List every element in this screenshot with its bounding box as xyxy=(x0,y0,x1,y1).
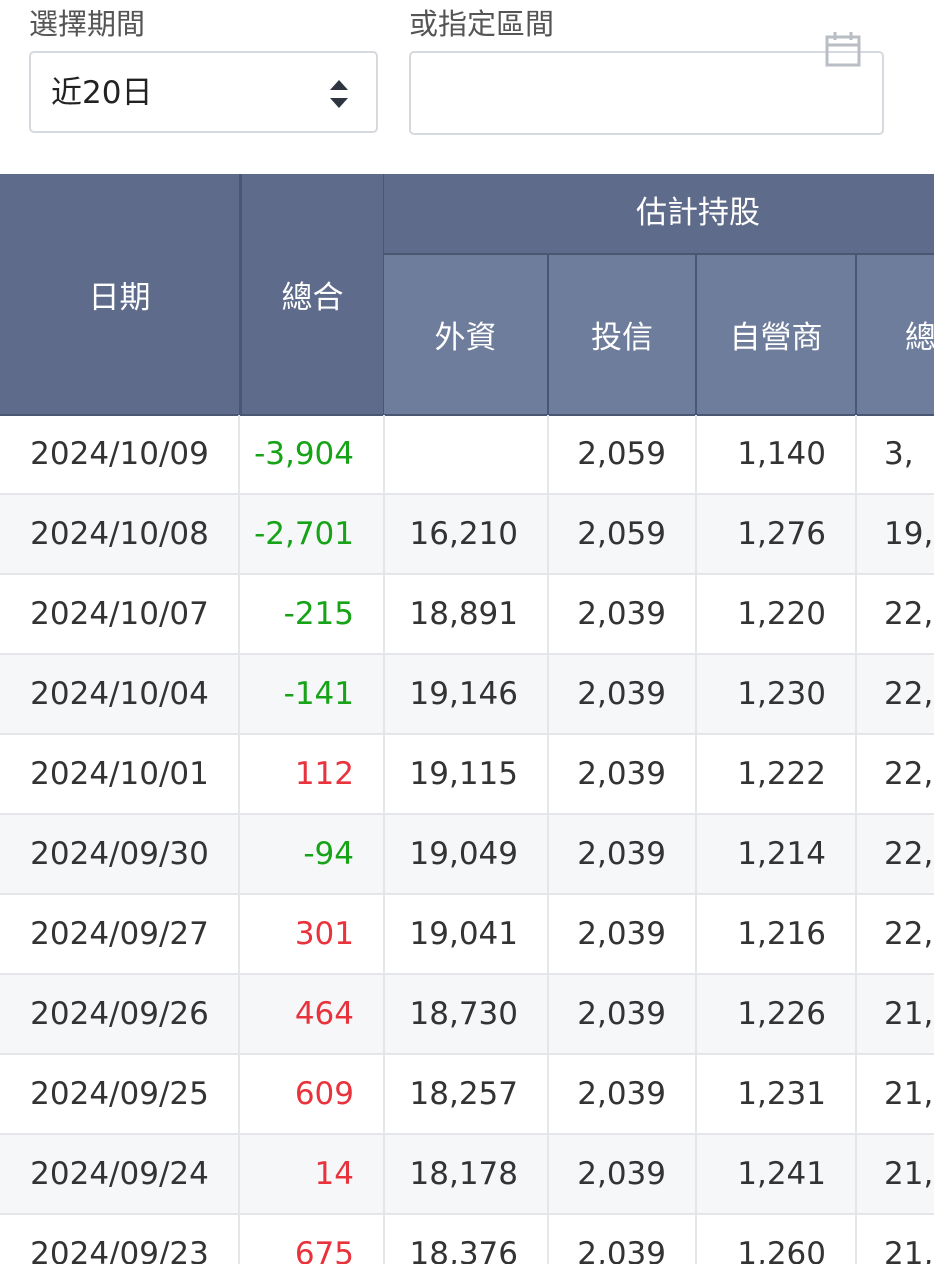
header-group-label: 估計持股 xyxy=(636,195,760,231)
cell-date: 2024/09/25 xyxy=(30,1076,209,1112)
cell-foreign: 19,115 xyxy=(409,756,518,792)
cell-foreign: 19,041 xyxy=(409,916,518,952)
table-row[interactable]: 2024/10/04 -141 19,146 2,039 1,230 22, xyxy=(0,655,934,735)
cell-trust: 2,039 xyxy=(577,756,666,792)
cell-date: 2024/10/01 xyxy=(30,756,209,792)
column-divider xyxy=(855,415,857,1264)
cell-date: 2024/10/04 xyxy=(30,676,209,712)
cell-total: 112 xyxy=(294,756,354,792)
cell-foreign: 18,376 xyxy=(409,1236,518,1264)
cell-dealer: 1,231 xyxy=(737,1076,826,1112)
column-divider xyxy=(695,415,697,1264)
cell-dealer: 1,230 xyxy=(737,676,826,712)
period-select-value: 近20日 xyxy=(51,75,153,111)
table-row[interactable]: 2024/10/09 -3,904 2,059 1,140 3, xyxy=(0,415,934,495)
cell-foreign: 19,049 xyxy=(409,836,518,872)
cell-sum: 22, xyxy=(884,916,934,952)
cell-total: -3,904 xyxy=(254,436,354,472)
filter-bar: 選擇期間 或指定區間 近20日 xyxy=(0,0,934,174)
cell-total: 301 xyxy=(294,916,354,952)
table-row[interactable]: 2024/09/30 -94 19,049 2,039 1,214 22, xyxy=(0,815,934,895)
cell-dealer: 1,214 xyxy=(737,836,826,872)
cell-date: 2024/10/07 xyxy=(30,596,209,632)
cell-dealer: 1,140 xyxy=(737,436,826,472)
cell-dealer: 1,226 xyxy=(737,996,826,1032)
period-label: 選擇期間 xyxy=(29,7,146,41)
table-row[interactable]: 2024/09/24 14 18,178 2,039 1,241 21, xyxy=(0,1135,934,1215)
cell-foreign xyxy=(384,415,548,493)
cell-date: 2024/09/24 xyxy=(30,1156,209,1192)
cell-trust: 2,039 xyxy=(577,1076,666,1112)
cell-date: 2024/10/08 xyxy=(30,516,209,552)
cell-total: 14 xyxy=(314,1156,354,1192)
cell-sum: 21, xyxy=(884,1236,934,1264)
cell-dealer: 1,276 xyxy=(737,516,826,552)
header-estimated-holdings: 估計持股 xyxy=(384,174,934,253)
header-foreign[interactable]: 外資 xyxy=(384,255,547,414)
header-date[interactable]: 日期 xyxy=(0,174,239,414)
table-row[interactable]: 2024/10/07 -215 18,891 2,039 1,220 22, xyxy=(0,575,934,655)
cell-dealer: 1,241 xyxy=(737,1156,826,1192)
cell-trust: 2,039 xyxy=(577,996,666,1032)
cell-trust: 2,039 xyxy=(577,676,666,712)
cell-sum: 21, xyxy=(884,996,934,1032)
cell-foreign: 18,257 xyxy=(409,1076,518,1112)
column-divider xyxy=(238,415,240,1264)
cell-dealer: 1,220 xyxy=(737,596,826,632)
column-divider xyxy=(383,415,385,1264)
cell-trust: 2,039 xyxy=(577,596,666,632)
select-arrows-icon xyxy=(330,80,348,108)
cell-sum: 22, xyxy=(884,676,934,712)
cell-date: 2024/09/27 xyxy=(30,916,209,952)
cell-foreign: 16,210 xyxy=(409,516,518,552)
cell-sum: 21, xyxy=(884,1076,934,1112)
cell-total: 609 xyxy=(294,1076,354,1112)
cell-sum: 21, xyxy=(884,1156,934,1192)
cell-total: -141 xyxy=(283,676,354,712)
period-select[interactable]: 近20日 xyxy=(29,51,378,133)
cell-trust: 2,059 xyxy=(577,436,666,472)
range-label: 或指定區間 xyxy=(409,7,555,41)
holdings-table: 日期 總合 估計持股 外資 投信 自營商 總 2024/10/09 -3,904 2… xyxy=(0,174,934,1264)
cell-trust: 2,039 xyxy=(577,916,666,952)
cell-total: -2,701 xyxy=(254,516,354,552)
cell-date: 2024/09/23 xyxy=(30,1236,209,1264)
cell-date: 2024/09/26 xyxy=(30,996,209,1032)
cell-foreign: 18,730 xyxy=(409,996,518,1032)
header-sum[interactable]: 總 xyxy=(857,255,934,414)
cell-total: -94 xyxy=(303,836,354,872)
table-row[interactable]: 2024/09/27 301 19,041 2,039 1,216 22, xyxy=(0,895,934,975)
cell-total: 675 xyxy=(294,1236,354,1264)
cell-sum: 19, xyxy=(884,516,934,552)
table-row[interactable]: 2024/10/08 -2,701 16,210 2,059 1,276 19, xyxy=(0,495,934,575)
table-row[interactable]: 2024/09/25 609 18,257 2,039 1,231 21, xyxy=(0,1055,934,1135)
cell-trust: 2,039 xyxy=(577,1236,666,1264)
calendar-icon[interactable] xyxy=(824,30,862,68)
cell-dealer: 1,222 xyxy=(737,756,826,792)
cell-trust: 2,059 xyxy=(577,516,666,552)
cell-trust: 2,039 xyxy=(577,836,666,872)
cell-sum: 22, xyxy=(884,756,934,792)
cell-total: -215 xyxy=(283,596,354,632)
cell-trust: 2,039 xyxy=(577,1156,666,1192)
header-trust[interactable]: 投信 xyxy=(549,255,695,414)
table-row[interactable]: 2024/09/23 675 18,376 2,039 1,260 21, xyxy=(0,1215,934,1264)
cell-sum: 22, xyxy=(884,596,934,632)
table-row[interactable]: 2024/09/26 464 18,730 2,039 1,226 21, xyxy=(0,975,934,1055)
cell-sum: 22, xyxy=(884,836,934,872)
date-range-input[interactable] xyxy=(409,51,884,135)
cell-sum: 3, xyxy=(884,436,914,472)
cell-foreign: 18,178 xyxy=(409,1156,518,1192)
header-total[interactable]: 總合 xyxy=(242,174,383,414)
cell-date: 2024/10/09 xyxy=(30,436,209,472)
column-divider xyxy=(547,415,549,1264)
header-dealer[interactable]: 自營商 xyxy=(697,255,855,414)
cell-dealer: 1,260 xyxy=(737,1236,826,1264)
cell-foreign: 18,891 xyxy=(409,596,518,632)
table-row[interactable]: 2024/10/01 112 19,115 2,039 1,222 22, xyxy=(0,735,934,815)
cell-date: 2024/09/30 xyxy=(30,836,209,872)
cell-total: 464 xyxy=(294,996,354,1032)
cell-dealer: 1,216 xyxy=(737,916,826,952)
cell-foreign: 19,146 xyxy=(409,676,518,712)
